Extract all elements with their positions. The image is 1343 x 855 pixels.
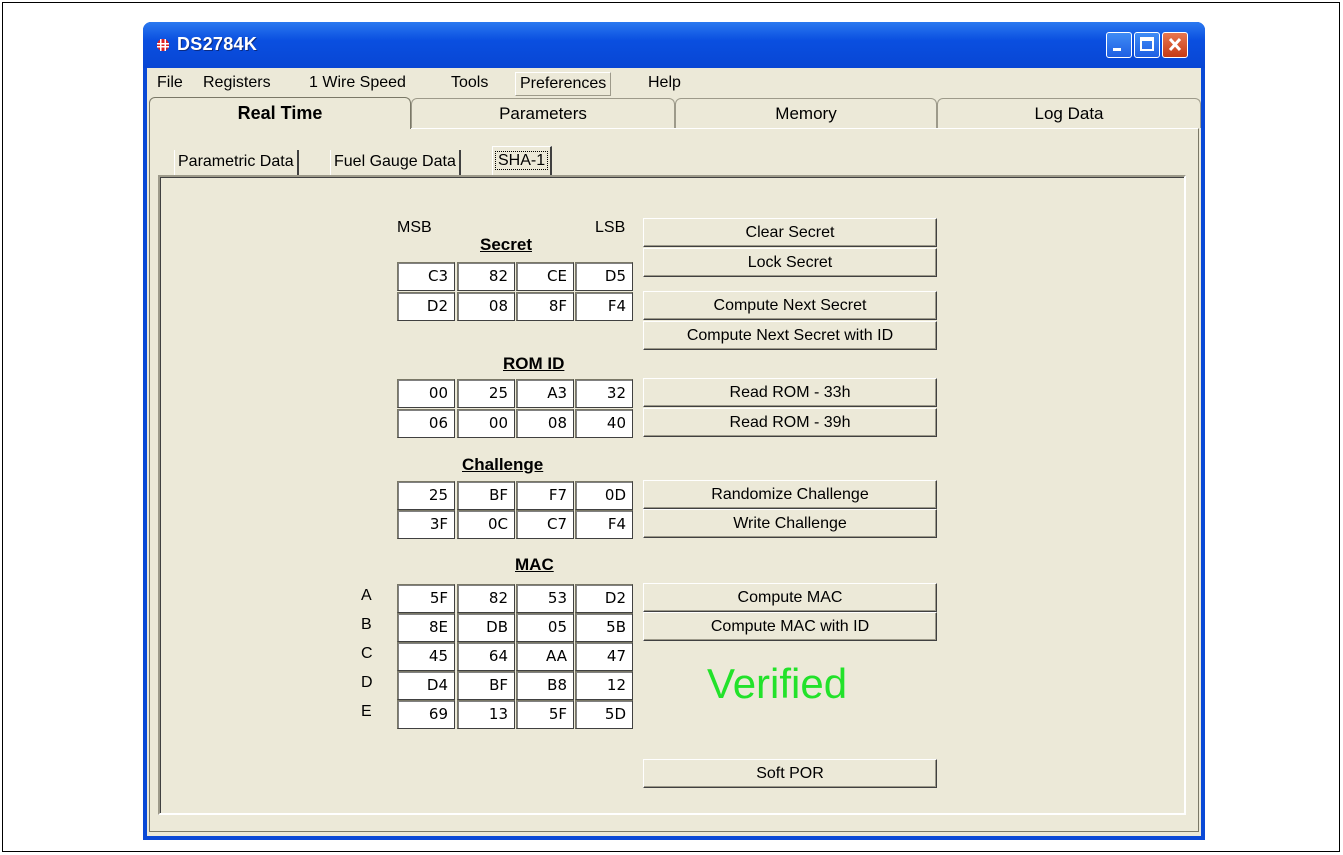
secret-cell[interactable]: D2 <box>397 292 455 321</box>
read-rom-39h-button[interactable]: Read ROM - 39h <box>643 408 937 437</box>
maximize-button[interactable] <box>1134 32 1160 58</box>
clear-secret-button[interactable]: Clear Secret <box>643 218 937 247</box>
challenge-cell[interactable]: 25 <box>397 481 455 510</box>
close-button[interactable] <box>1162 32 1188 58</box>
mac-cell[interactable]: 47 <box>575 642 633 671</box>
challenge-cell[interactable]: 0D <box>575 481 633 510</box>
menu-help[interactable]: Help <box>644 72 685 96</box>
rom-id-cell[interactable]: 00 <box>457 409 515 438</box>
secret-cell[interactable]: C3 <box>397 262 455 291</box>
minimize-button[interactable] <box>1106 32 1132 58</box>
secret-cell[interactable]: CE <box>516 262 574 291</box>
challenge-heading: Challenge <box>462 455 544 474</box>
mac-cell[interactable]: B8 <box>516 671 574 700</box>
mac-cell[interactable]: 5B <box>575 613 633 642</box>
lsb-label: LSB <box>595 219 626 236</box>
challenge-cell[interactable]: 0C <box>457 510 515 539</box>
mac-cell[interactable]: 82 <box>457 584 515 613</box>
secret-cell[interactable]: 82 <box>457 262 515 291</box>
mac-cell[interactable]: 5F <box>516 700 574 729</box>
compute-mac-with-id-button[interactable]: Compute MAC with ID <box>643 612 937 641</box>
challenge-cell[interactable]: 3F <box>397 510 455 539</box>
menu-registers[interactable]: Registers <box>199 72 275 96</box>
mac-cell[interactable]: 64 <box>457 642 515 671</box>
mac-row-label: D <box>361 674 373 691</box>
menu-1-wire-speed[interactable]: 1 Wire Speed <box>305 72 410 96</box>
rom-id-cell[interactable]: 32 <box>575 379 633 408</box>
close-icon <box>1168 37 1182 52</box>
maximize-icon <box>1140 37 1154 51</box>
menu-bar: File Registers 1 Wire Speed Tools Prefer… <box>147 68 1201 98</box>
rom-id-cell[interactable]: 25 <box>457 379 515 408</box>
mac-cell[interactable]: 12 <box>575 671 633 700</box>
read-rom-33h-button[interactable]: Read ROM - 33h <box>643 378 937 407</box>
rom-id-cell[interactable]: 06 <box>397 409 455 438</box>
mac-cell[interactable]: D2 <box>575 584 633 613</box>
tab-sha-1-label: SHA-1 <box>494 151 549 170</box>
msb-label: MSB <box>397 219 432 236</box>
tab-sha-1[interactable]: SHA-1 <box>492 146 553 176</box>
minimize-icon <box>1113 48 1121 51</box>
secret-cell[interactable]: 08 <box>457 292 515 321</box>
mac-cell[interactable]: D4 <box>397 671 455 700</box>
write-challenge-button[interactable]: Write Challenge <box>643 509 937 538</box>
chip-icon <box>157 39 169 51</box>
secret-cell[interactable]: D5 <box>575 262 633 291</box>
mac-row-label: E <box>361 703 372 720</box>
mac-cell[interactable]: AA <box>516 642 574 671</box>
menu-file[interactable]: File <box>153 72 187 96</box>
mac-cell[interactable]: 05 <box>516 613 574 642</box>
soft-por-button[interactable]: Soft POR <box>643 759 937 788</box>
tab-real-time[interactable]: Real Time <box>149 97 411 129</box>
mac-cell[interactable]: BF <box>457 671 515 700</box>
mac-cell[interactable]: 13 <box>457 700 515 729</box>
rom-id-cell[interactable]: 00 <box>397 379 455 408</box>
mac-cell[interactable]: 5F <box>397 584 455 613</box>
mac-row-label: A <box>361 587 372 604</box>
menu-tools[interactable]: Tools <box>447 72 492 96</box>
tab-memory[interactable]: Memory <box>675 98 937 128</box>
main-tabstrip: Real Time Parameters Memory Log Data <box>147 97 1201 129</box>
secret-cell[interactable]: F4 <box>575 292 633 321</box>
mac-cell[interactable]: 53 <box>516 584 574 613</box>
rom-id-heading: ROM ID <box>503 354 565 373</box>
rom-id-cell[interactable]: A3 <box>516 379 574 408</box>
mac-row-label: B <box>361 616 372 633</box>
tab-parameters[interactable]: Parameters <box>411 98 675 128</box>
compute-next-secret-button[interactable]: Compute Next Secret <box>643 291 937 320</box>
compute-mac-button[interactable]: Compute MAC <box>643 583 937 612</box>
mac-cell[interactable]: 45 <box>397 642 455 671</box>
sub-tabstrip: Parametric Data Fuel Gauge Data SHA-1 <box>170 146 590 176</box>
tab-fuel-gauge-data[interactable]: Fuel Gauge Data <box>330 150 461 176</box>
verified-status: Verified <box>707 660 848 707</box>
mac-cell[interactable]: DB <box>457 613 515 642</box>
window-title: DS2784K <box>177 34 258 54</box>
tab-parametric-data[interactable]: Parametric Data <box>174 150 299 176</box>
title-bar[interactable]: DS2784K <box>143 22 1205 68</box>
mac-cell[interactable]: 8E <box>397 613 455 642</box>
secret-cell[interactable]: 8F <box>516 292 574 321</box>
menu-preferences[interactable]: Preferences <box>515 72 612 96</box>
rom-id-cell[interactable]: 40 <box>575 409 633 438</box>
mac-heading: MAC <box>515 555 554 574</box>
challenge-cell[interactable]: F7 <box>516 481 574 510</box>
compute-next-secret-with-id-button[interactable]: Compute Next Secret with ID <box>643 321 937 350</box>
challenge-cell[interactable]: BF <box>457 481 515 510</box>
randomize-challenge-button[interactable]: Randomize Challenge <box>643 480 937 509</box>
secret-heading: Secret <box>480 235 532 254</box>
mac-cell[interactable]: 5D <box>575 700 633 729</box>
rom-id-cell[interactable]: 08 <box>516 409 574 438</box>
mac-cell[interactable]: 69 <box>397 700 455 729</box>
lock-secret-button[interactable]: Lock Secret <box>643 248 937 277</box>
mac-row-label: C <box>361 645 373 662</box>
tab-log-data[interactable]: Log Data <box>937 98 1201 128</box>
challenge-cell[interactable]: F4 <box>575 510 633 539</box>
challenge-cell[interactable]: C7 <box>516 510 574 539</box>
